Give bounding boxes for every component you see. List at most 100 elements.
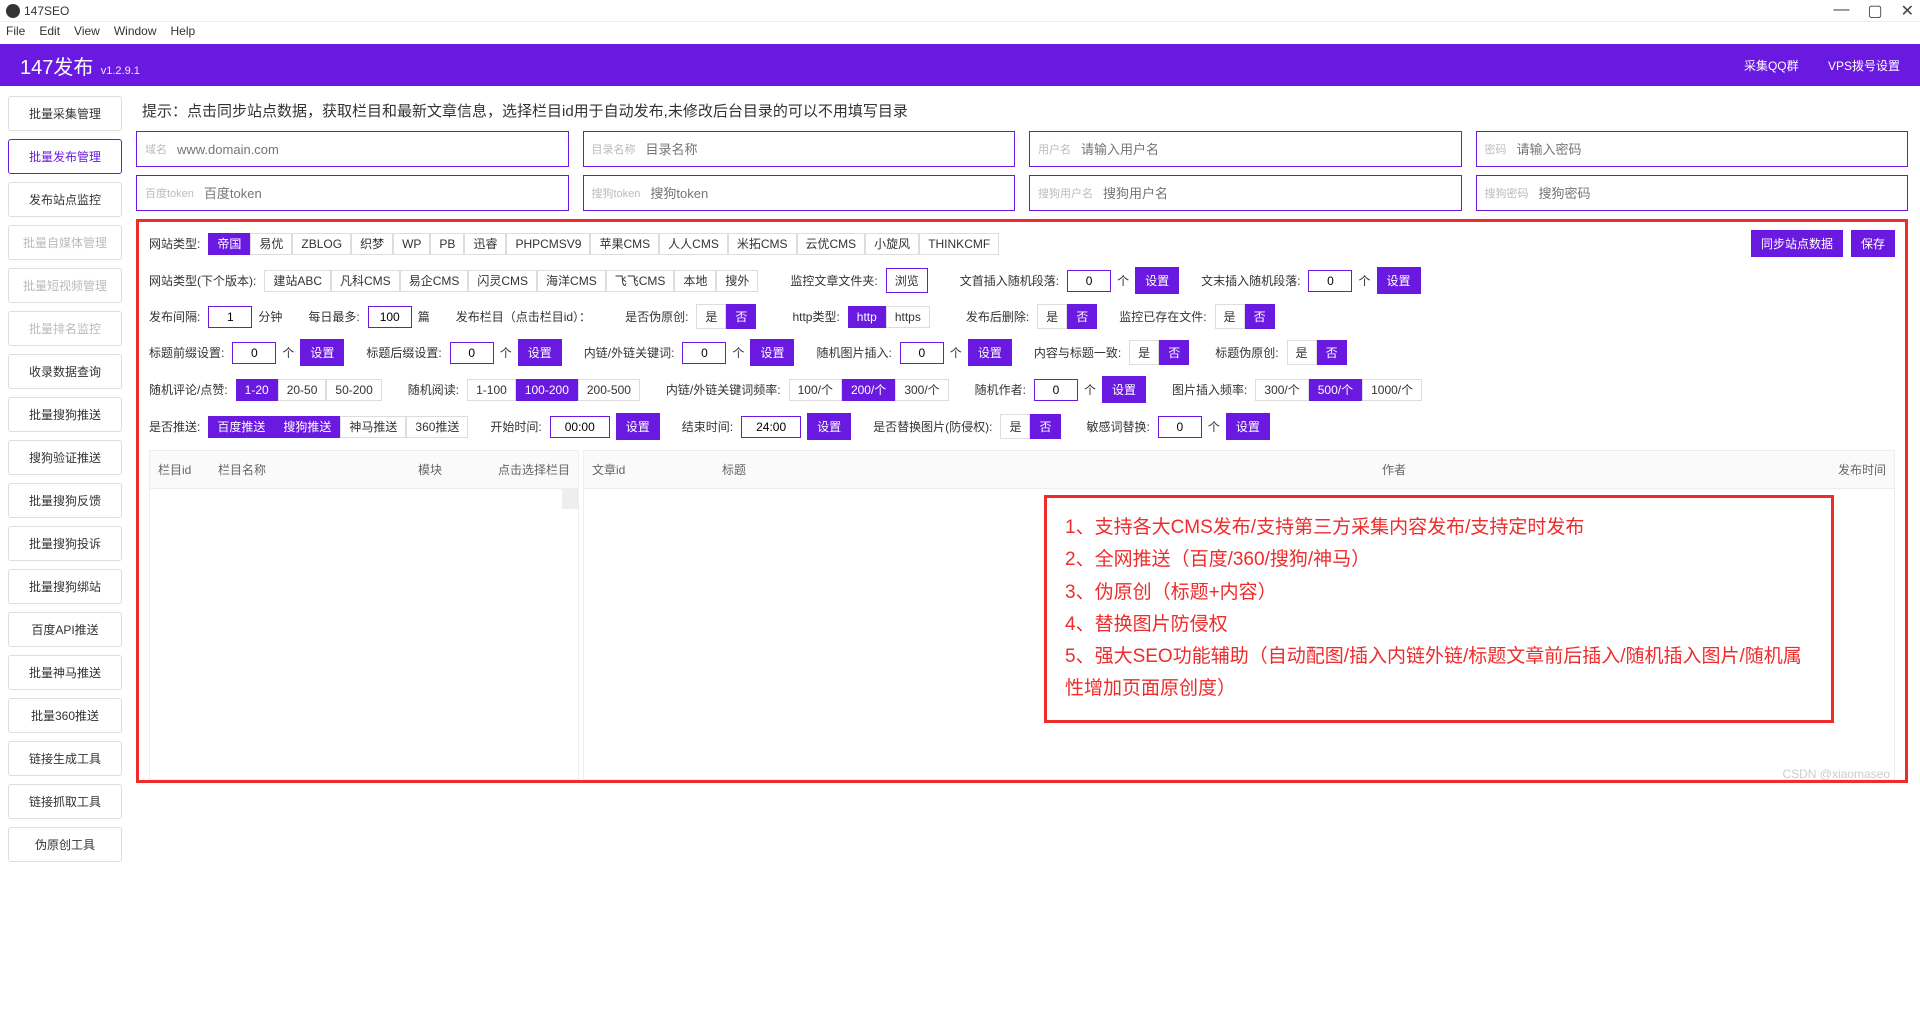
option-tag[interactable]: 100/个 — [789, 379, 842, 401]
option-tag[interactable]: 易企CMS — [400, 270, 469, 292]
delafter-yes[interactable]: 是 — [1037, 304, 1067, 329]
option-tag[interactable]: ZBLOG — [292, 233, 351, 255]
option-tag[interactable]: 海洋CMS — [537, 270, 606, 292]
option-tag[interactable]: 200/个 — [842, 379, 895, 401]
option-tag[interactable]: 300/个 — [895, 379, 948, 401]
sidebar-item[interactable]: 批量360推送 — [8, 698, 122, 733]
head-insert-set[interactable]: 设置 — [1135, 267, 1179, 294]
sogouuser-field[interactable]: 搜狗用户名 — [1029, 175, 1462, 211]
username-field[interactable]: 用户名 — [1029, 131, 1462, 167]
option-tag[interactable]: 本地 — [674, 270, 716, 292]
option-tag[interactable]: PB — [430, 233, 464, 255]
sidebar-item[interactable]: 批量搜狗绑站 — [8, 569, 122, 604]
save-button[interactable]: 保存 — [1851, 230, 1895, 257]
close-icon[interactable]: ✕ — [1901, 1, 1914, 21]
sidebar-item[interactable]: 链接生成工具 — [8, 741, 122, 776]
minimize-icon[interactable]: — — [1833, 1, 1849, 21]
sync-button[interactable]: 同步站点数据 — [1751, 230, 1843, 257]
menu-help[interactable]: Help — [171, 24, 196, 42]
option-tag[interactable]: 360推送 — [406, 416, 468, 438]
head-insert-input[interactable] — [1067, 270, 1111, 292]
baidutoken-input[interactable] — [202, 185, 560, 202]
sidebar-item[interactable]: 批量短视频管理 — [8, 268, 122, 303]
domain-field[interactable]: 域名 — [136, 131, 569, 167]
tail-insert-input[interactable] — [1308, 270, 1352, 292]
password-field[interactable]: 密码 — [1476, 131, 1909, 167]
option-tag[interactable]: 飞飞CMS — [606, 270, 675, 292]
dirname-field[interactable]: 目录名称 — [583, 131, 1016, 167]
sidebar-item[interactable]: 批量搜狗反馈 — [8, 483, 122, 518]
scrollbar-stub[interactable] — [562, 489, 578, 509]
sidebar-item[interactable]: 批量排名监控 — [8, 311, 122, 346]
option-tag[interactable]: 凡科CMS — [331, 270, 400, 292]
sidebar-item[interactable]: 搜狗验证推送 — [8, 440, 122, 475]
option-tag[interactable]: THINKCMF — [919, 233, 999, 255]
monexist-yes[interactable]: 是 — [1215, 304, 1245, 329]
menu-view[interactable]: View — [74, 24, 100, 42]
option-tag[interactable]: 迅睿 — [464, 233, 506, 255]
sidebar-item[interactable]: 伪原创工具 — [8, 827, 122, 862]
sogoupass-field[interactable]: 搜狗密码 — [1476, 175, 1909, 211]
option-tag[interactable]: 帝国 — [208, 233, 250, 255]
sidebar-item[interactable]: 链接抓取工具 — [8, 784, 122, 819]
option-tag[interactable]: 1000/个 — [1362, 379, 1422, 401]
option-tag[interactable]: 20-50 — [278, 379, 327, 401]
domain-input[interactable] — [175, 141, 560, 158]
option-tag[interactable]: 人人CMS — [659, 233, 728, 255]
menu-file[interactable]: File — [6, 24, 25, 42]
option-tag[interactable]: WP — [393, 233, 430, 255]
option-tag[interactable]: 苹果CMS — [590, 233, 659, 255]
password-input[interactable] — [1515, 141, 1900, 158]
link-qq[interactable]: 采集QQ群 — [1744, 59, 1799, 73]
sogoutoken-input[interactable] — [648, 185, 1006, 202]
http-http[interactable]: http — [848, 306, 886, 328]
option-tag[interactable]: 云优CMS — [797, 233, 866, 255]
option-tag[interactable]: 百度推送 — [208, 416, 274, 438]
option-tag[interactable]: 神马推送 — [340, 416, 406, 438]
sidebar-item[interactable]: 收录数据查询 — [8, 354, 122, 389]
sogoupass-input[interactable] — [1537, 185, 1900, 202]
browse-button[interactable]: 浏览 — [886, 268, 928, 293]
sogoutoken-field[interactable]: 搜狗token — [583, 175, 1016, 211]
sidebar-item[interactable]: 批量搜狗推送 — [8, 397, 122, 432]
username-input[interactable] — [1079, 141, 1453, 158]
option-tag[interactable]: 1-20 — [236, 379, 278, 401]
http-https[interactable]: https — [886, 306, 930, 328]
option-tag[interactable]: 米拓CMS — [728, 233, 797, 255]
option-tag[interactable]: 100-200 — [516, 379, 578, 401]
option-tag[interactable]: 闪灵CMS — [468, 270, 537, 292]
interval-input[interactable] — [208, 306, 252, 328]
option-tag[interactable]: 建站ABC — [264, 270, 331, 292]
menu-window[interactable]: Window — [114, 24, 157, 42]
baidutoken-field[interactable]: 百度token — [136, 175, 569, 211]
tail-insert-set[interactable]: 设置 — [1377, 267, 1421, 294]
dirname-input[interactable] — [644, 141, 1007, 158]
option-tag[interactable]: 易优 — [250, 233, 292, 255]
option-tag[interactable]: 50-200 — [326, 379, 381, 401]
link-vps[interactable]: VPS拨号设置 — [1828, 59, 1900, 73]
menu-edit[interactable]: Edit — [39, 24, 60, 42]
sidebar-item[interactable]: 批量神马推送 — [8, 655, 122, 690]
option-tag[interactable]: 织梦 — [351, 233, 393, 255]
maximize-icon[interactable]: ▢ — [1867, 1, 1882, 21]
sidebar-item[interactable]: 批量发布管理 — [8, 139, 122, 174]
sidebar-item[interactable]: 批量自媒体管理 — [8, 225, 122, 260]
daily-max-input[interactable] — [368, 306, 412, 328]
delafter-no[interactable]: 否 — [1067, 304, 1097, 329]
option-tag[interactable]: 搜外 — [716, 270, 758, 292]
sogouuser-input[interactable] — [1101, 185, 1453, 202]
sidebar-item[interactable]: 批量搜狗投诉 — [8, 526, 122, 561]
pseudo-no[interactable]: 否 — [726, 304, 756, 329]
option-tag[interactable]: 小旋风 — [865, 233, 919, 255]
pseudo-yes[interactable]: 是 — [696, 304, 726, 329]
option-tag[interactable]: 1-100 — [467, 379, 516, 401]
sidebar-item[interactable]: 发布站点监控 — [8, 182, 122, 217]
monexist-no[interactable]: 否 — [1245, 304, 1275, 329]
option-tag[interactable]: PHPCMSV9 — [506, 233, 590, 255]
option-tag[interactable]: 500/个 — [1309, 379, 1362, 401]
option-tag[interactable]: 300/个 — [1255, 379, 1308, 401]
sidebar-item[interactable]: 百度API推送 — [8, 612, 122, 647]
option-tag[interactable]: 搜狗推送 — [274, 416, 340, 438]
option-tag[interactable]: 200-500 — [578, 379, 640, 401]
sidebar-item[interactable]: 批量采集管理 — [8, 96, 122, 131]
